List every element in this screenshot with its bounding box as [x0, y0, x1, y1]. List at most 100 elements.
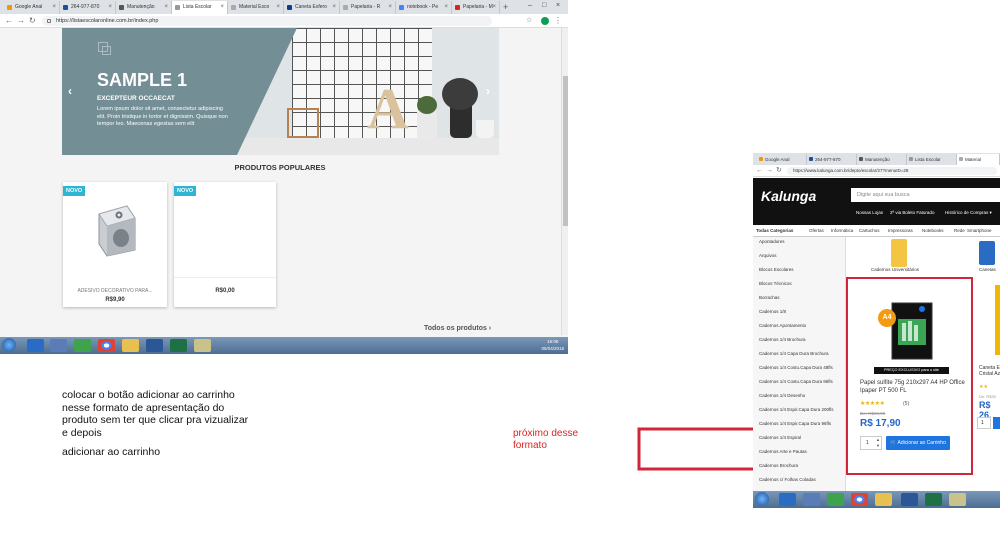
explorer-icon[interactable]	[875, 493, 892, 506]
skype-icon[interactable]	[827, 493, 844, 506]
back-icon[interactable]: ←	[756, 166, 763, 176]
menu-item-all-categories[interactable]: Todas Categorias	[756, 225, 793, 237]
menu-item[interactable]: Rede	[954, 225, 965, 237]
carousel-prev-icon[interactable]: ‹	[68, 84, 72, 98]
outlook-icon[interactable]	[27, 339, 44, 352]
bookmark-star-icon[interactable]: ☆	[526, 16, 532, 26]
sidebar-item[interactable]: Cadernos 1/4 Desenho	[759, 393, 805, 398]
close-icon[interactable]: ×	[276, 1, 280, 14]
close-icon[interactable]: ×	[492, 1, 496, 14]
sidebar-item[interactable]: Cadernos 1/4 Brochura	[759, 337, 806, 342]
add-to-cart-button[interactable]: 🛒 Adicionar ao Carrinho	[886, 436, 950, 450]
url-input[interactable]: https://listaescolaronline.com.br/index.…	[42, 16, 492, 26]
browser-tab[interactable]: Manutenção ×	[116, 1, 172, 14]
sidebar-item[interactable]: Blocos Escolares	[759, 267, 794, 272]
product-card[interactable]: NOVO ADESIVO DECORATIVO PARA... R$9,90	[63, 182, 167, 307]
menu-item[interactable]: Smartphone	[967, 225, 992, 237]
sidebar-item[interactable]: Cadernos 1/4 Espir.Capa Dura 200fls	[759, 407, 834, 412]
paint-icon[interactable]	[949, 493, 966, 506]
sidebar-item[interactable]: Blocos Técnicos	[759, 281, 792, 286]
browser-tab[interactable]: Papelaria - R ×	[340, 1, 396, 14]
word-icon[interactable]	[146, 339, 163, 352]
browser-tab-active[interactable]: Lista Escolar ×	[172, 1, 228, 14]
sidebar-item[interactable]: Cadernos Arte e Pautas	[759, 449, 807, 454]
minimize-icon[interactable]: –	[528, 0, 532, 12]
all-products-link[interactable]: Todos os produtos ›	[424, 325, 491, 332]
menu-item[interactable]: Informática	[831, 225, 853, 237]
reload-icon[interactable]: ↻	[29, 16, 36, 26]
menu-item[interactable]: Cartuchos	[859, 225, 880, 237]
category-label[interactable]: Canetas	[979, 267, 996, 272]
close-icon[interactable]: ×	[108, 1, 112, 14]
sidebar-item[interactable]: Cadernos 1/4 Espiral	[759, 435, 801, 440]
excel-icon[interactable]	[925, 493, 942, 506]
close-icon[interactable]: ×	[444, 1, 448, 14]
word-icon[interactable]	[901, 493, 918, 506]
maximize-icon[interactable]: □	[542, 0, 546, 12]
browser-tab[interactable]: Manutenção	[857, 154, 907, 165]
browser-tab[interactable]: Caneta Esfero ×	[284, 1, 340, 14]
back-icon[interactable]: ←	[5, 16, 13, 26]
sidebar-item[interactable]: Apontadores	[759, 239, 785, 244]
sidebar-item[interactable]: Cadernos 1/4 Costu.Capa Dura 48fls	[759, 365, 833, 370]
forward-icon[interactable]: →	[766, 166, 773, 176]
reload-icon[interactable]: ↻	[776, 166, 782, 176]
product-card[interactable]: NOVO R$0,00	[174, 182, 276, 307]
header-link[interactable]: Histórico de Compras ▾	[945, 210, 992, 216]
sidebar-item[interactable]: Borrachas	[759, 295, 780, 300]
header-link[interactable]: Nossas Lojas	[856, 210, 883, 215]
network-icon[interactable]	[50, 339, 67, 352]
browser-tab[interactable]: notebook - Pe ×	[396, 1, 452, 14]
neighbor-qty-input[interactable]: 1	[977, 417, 991, 429]
browser-tab[interactable]: 264-977-870	[807, 154, 857, 165]
browser-tab[interactable]: Papelaria - M ×	[452, 1, 500, 14]
sidebar-item[interactable]: Cadernos Brochura	[759, 463, 798, 468]
product-name[interactable]: Papel sulfite 75g 210x297 A4 HP Office I…	[860, 380, 965, 395]
sidebar-item[interactable]: Cadernos 1/8	[759, 309, 786, 314]
category-label[interactable]: Cadernos Universitários	[871, 267, 919, 272]
sidebar-item[interactable]: Cadernos 1/4 Costu.Capa Dura 96fls	[759, 379, 833, 384]
menu-dots-icon[interactable]: ⋮	[554, 16, 562, 26]
close-icon[interactable]: ×	[388, 1, 392, 14]
scrollbar-thumb[interactable]	[563, 76, 568, 226]
network-icon[interactable]	[803, 493, 820, 506]
url-input[interactable]: https://www.kalunga.com.br/depto/escolar…	[787, 167, 997, 175]
close-window-icon[interactable]: ×	[556, 0, 560, 12]
quantity-stepper[interactable]: 1 ▲ ▼	[860, 436, 882, 450]
scrollbar[interactable]	[561, 28, 568, 335]
sidebar-item[interactable]: Cadernos 1/4 Espir.Capa Dura 96fls	[759, 421, 831, 426]
excel-icon[interactable]	[170, 339, 187, 352]
product-name[interactable]: ADESIVO DECORATIVO PARA...	[63, 288, 167, 294]
browser-tab[interactable]: 264-977-870 ×	[60, 1, 116, 14]
sidebar-item[interactable]: Arquivos	[759, 253, 777, 258]
browser-tab-active[interactable]: Material	[957, 154, 1000, 165]
menu-item[interactable]: Impressoras	[888, 225, 913, 237]
browser-tab[interactable]: Google Anal ×	[4, 1, 60, 14]
sidebar-item[interactable]: Cadernos c/ Folhas Coladas	[759, 477, 816, 482]
sidebar-item[interactable]: Cadernos Apontamento	[759, 323, 806, 328]
neighbor-add-button[interactable]	[993, 417, 1000, 429]
skype-icon[interactable]	[74, 339, 91, 352]
carousel-next-icon[interactable]: ›	[486, 84, 490, 98]
explorer-icon[interactable]	[122, 339, 139, 352]
kalunga-logo[interactable]: Kalunga	[761, 188, 816, 204]
close-icon[interactable]: ×	[52, 1, 56, 14]
start-button-icon[interactable]	[755, 492, 769, 506]
paint-icon[interactable]	[194, 339, 211, 352]
browser-tab[interactable]: Material Esco ×	[228, 1, 284, 14]
chrome-icon[interactable]	[98, 339, 115, 352]
close-icon[interactable]: ×	[332, 1, 336, 14]
sidebar-item[interactable]: Cadernos 1/4 Capa Dura Brochura	[759, 351, 829, 356]
neighbor-product-name[interactable]: Caneta Esf Cristal Azul	[979, 365, 1000, 377]
new-tab-icon[interactable]: +	[503, 1, 508, 13]
close-icon[interactable]: ×	[164, 1, 168, 14]
forward-icon[interactable]: →	[17, 16, 25, 26]
close-icon[interactable]: ×	[220, 1, 224, 14]
chrome-icon[interactable]	[851, 493, 868, 506]
browser-tab[interactable]: Lista Escolar	[907, 154, 957, 165]
menu-item[interactable]: Notebooks	[922, 225, 944, 237]
highlighted-product-card[interactable]: A4 PREÇO EXCLUSIVO para o site Papel sul…	[846, 277, 973, 475]
header-link[interactable]: 2ª via Boleto Faturado	[890, 210, 934, 215]
browser-tab[interactable]: Google Anal	[757, 154, 807, 165]
stepper-arrows-icon[interactable]: ▲ ▼	[876, 437, 880, 449]
